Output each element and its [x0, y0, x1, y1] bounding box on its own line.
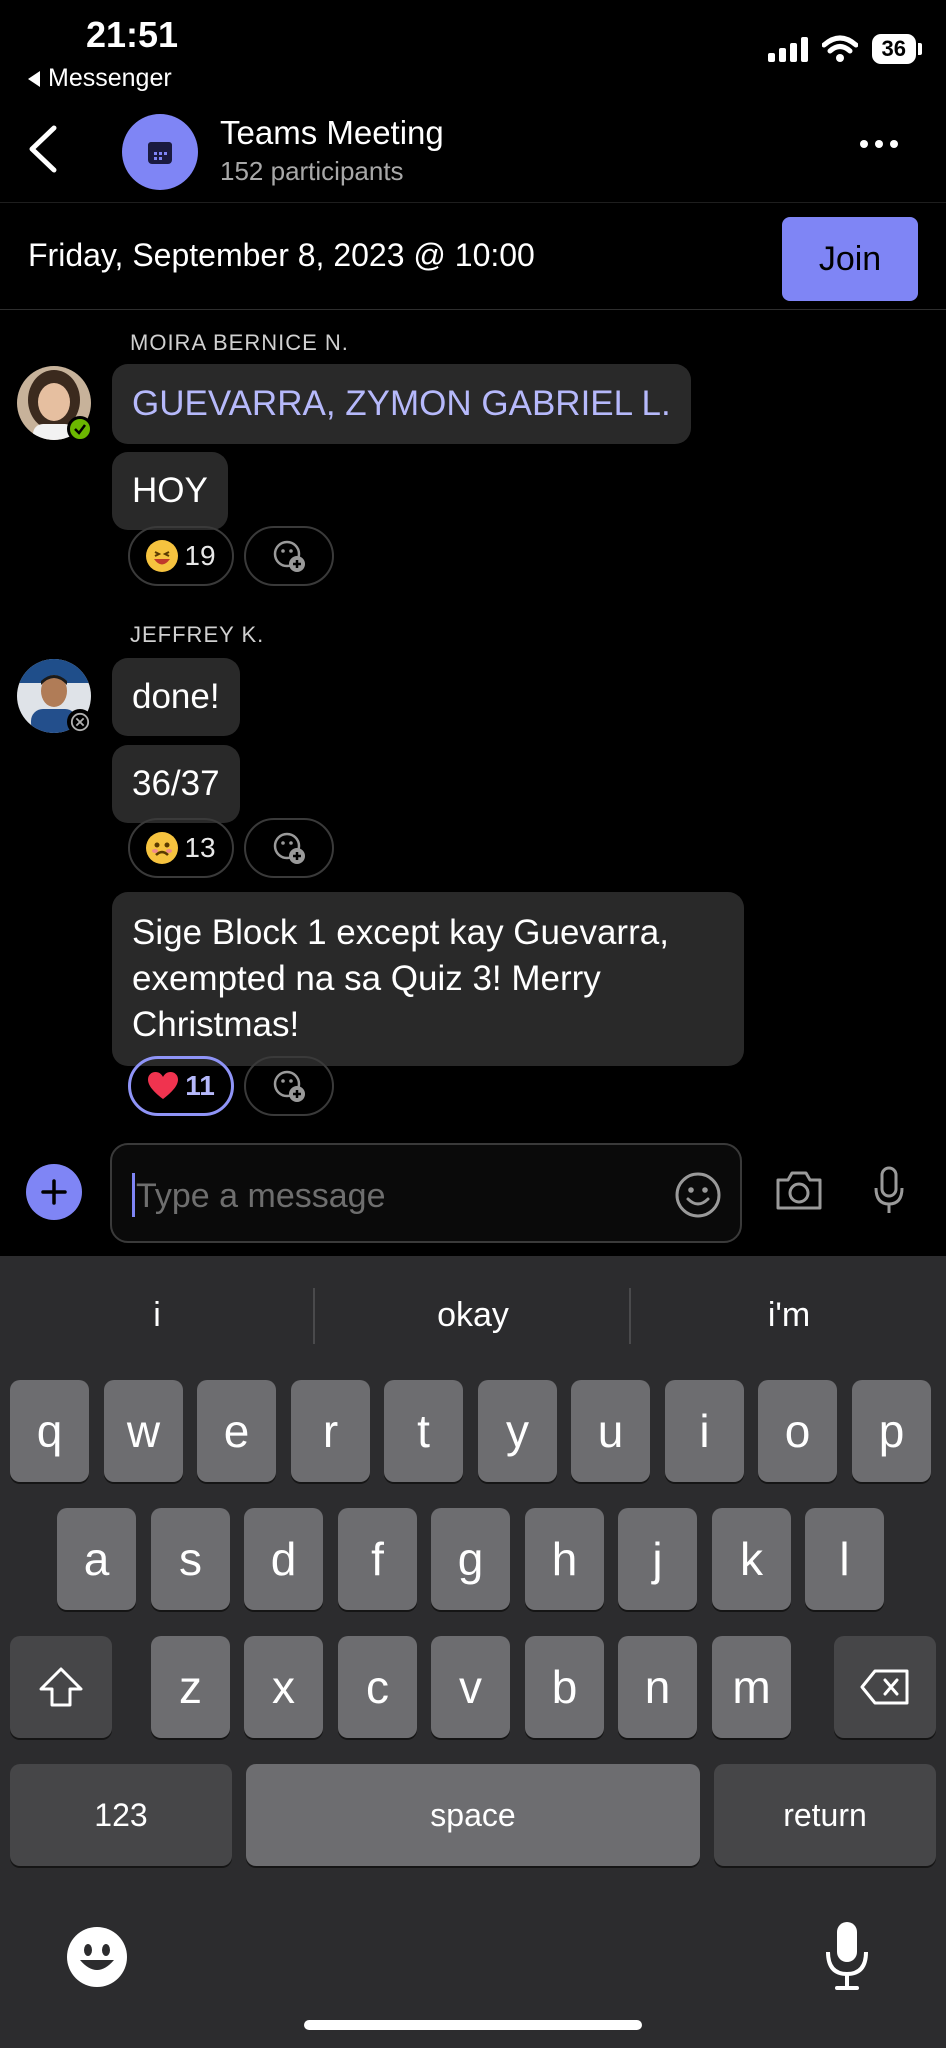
key-m[interactable]: m: [712, 1636, 791, 1738]
reaction-heart[interactable]: 11: [128, 1056, 234, 1116]
key-e[interactable]: e: [197, 1380, 276, 1482]
battery-indicator: 36: [871, 34, 923, 64]
message-input[interactable]: Type a message: [110, 1143, 742, 1243]
keyboard: i okay i'm q w e r t y u i o p a s d f g…: [0, 1256, 946, 2048]
key-o[interactable]: o: [758, 1380, 837, 1482]
key-a[interactable]: a: [57, 1508, 136, 1610]
reaction-count: 13: [184, 832, 216, 863]
message-bubble[interactable]: Sige Block 1 except kay Guevarra, exempt…: [112, 892, 744, 1066]
add-emoji-icon: [273, 1070, 305, 1102]
cellular-signal-icon: [767, 36, 808, 62]
plus-icon: [41, 1179, 67, 1205]
delete-key[interactable]: [834, 1636, 936, 1738]
key-x[interactable]: x: [244, 1636, 323, 1738]
key-i[interactable]: i: [665, 1380, 744, 1482]
key-p[interactable]: p: [852, 1380, 931, 1482]
key-q[interactable]: q: [10, 1380, 89, 1482]
key-t[interactable]: t: [384, 1380, 463, 1482]
key-y[interactable]: y: [478, 1380, 557, 1482]
add-attachment-button[interactable]: [26, 1164, 82, 1220]
message-bubble[interactable]: done!: [112, 658, 240, 736]
check-circle-icon: [67, 416, 93, 442]
wifi-icon: [821, 35, 858, 62]
return-key[interactable]: return: [714, 1764, 936, 1866]
key-j[interactable]: j: [618, 1508, 697, 1610]
add-reaction-button[interactable]: [244, 818, 334, 878]
add-emoji-icon: [273, 540, 305, 572]
message-bubble[interactable]: HOY: [112, 452, 228, 530]
key-l[interactable]: l: [805, 1508, 884, 1610]
key-v[interactable]: v: [431, 1636, 510, 1738]
avatar[interactable]: [17, 366, 93, 442]
back-to-app-link[interactable]: Messenger: [28, 64, 172, 93]
suggestion-divider: [313, 1288, 315, 1344]
suggestion-2[interactable]: okay: [316, 1296, 630, 1335]
microphone-icon[interactable]: [872, 1166, 906, 1216]
participant-count[interactable]: 152 participants: [220, 156, 404, 187]
key-s[interactable]: s: [151, 1508, 230, 1610]
reaction-count: 11: [185, 1070, 215, 1101]
status-icons: 36: [767, 34, 923, 64]
back-app-label: Messenger: [48, 64, 172, 92]
reaction-laugh[interactable]: 19: [128, 526, 234, 586]
message-bubble-mention[interactable]: GUEVARRA, ZYMON GABRIEL L.: [112, 364, 691, 444]
meeting-avatar[interactable]: [122, 114, 198, 190]
key-d[interactable]: d: [244, 1508, 323, 1610]
meeting-date: Friday, September 8, 2023 @ 10:00: [28, 237, 535, 273]
home-indicator[interactable]: [304, 2020, 642, 2030]
text-caret: [132, 1173, 135, 1217]
back-chevron-icon[interactable]: [24, 124, 64, 174]
key-b[interactable]: b: [525, 1636, 604, 1738]
key-u[interactable]: u: [571, 1380, 650, 1482]
status-time: 21:51: [86, 14, 179, 55]
shift-key[interactable]: [10, 1636, 112, 1738]
numbers-key[interactable]: 123: [10, 1764, 232, 1866]
key-w[interactable]: w: [104, 1380, 183, 1482]
suggestion-3[interactable]: i'm: [632, 1296, 946, 1335]
sender-name: MOIRA BERNICE N.: [130, 330, 349, 355]
message-bubble[interactable]: 36/37: [112, 745, 240, 823]
chat-title[interactable]: Teams Meeting: [220, 114, 444, 152]
camera-icon[interactable]: [774, 1168, 824, 1212]
back-triangle-icon: [28, 70, 40, 87]
key-r[interactable]: r: [291, 1380, 370, 1482]
key-h[interactable]: h: [525, 1508, 604, 1610]
heart-icon: [148, 1072, 179, 1099]
key-k[interactable]: k: [712, 1508, 791, 1610]
emoji-picker-icon[interactable]: [674, 1171, 722, 1219]
add-reaction-button[interactable]: [244, 1056, 334, 1116]
dictation-mic-icon[interactable]: [824, 1920, 870, 1992]
suggestion-1[interactable]: i: [0, 1296, 314, 1335]
join-button[interactable]: Join: [782, 217, 918, 301]
message-placeholder: Type a message: [136, 1177, 386, 1215]
calendar-icon: [148, 142, 172, 164]
reaction-count: 19: [184, 540, 216, 571]
add-emoji-icon: [273, 832, 305, 864]
sender-name: JEFFREY K.: [130, 622, 265, 647]
emoji-keyboard-icon[interactable]: [66, 1926, 128, 1988]
key-n[interactable]: n: [618, 1636, 697, 1738]
teams-chat-screen: { "status_bar": { "time": "21:51", "back…: [0, 0, 946, 2048]
laughing-emoji-icon: [146, 540, 179, 572]
suggestion-divider: [629, 1288, 631, 1344]
space-key[interactable]: space: [246, 1764, 700, 1866]
sad-emoji-icon: [146, 832, 179, 864]
key-g[interactable]: g: [431, 1508, 510, 1610]
meeting-banner: Friday, September 8, 2023 @ 10:00 Join: [0, 202, 946, 310]
key-f[interactable]: f: [338, 1508, 417, 1610]
shift-arrow-icon: [39, 1667, 83, 1707]
backspace-icon: [860, 1669, 909, 1705]
reaction-sad[interactable]: 13: [128, 818, 234, 878]
add-reaction-button[interactable]: [244, 526, 334, 586]
avatar[interactable]: [17, 659, 93, 735]
key-c[interactable]: c: [338, 1636, 417, 1738]
more-options-icon[interactable]: [860, 140, 898, 148]
x-circle-icon: [67, 709, 93, 735]
key-z[interactable]: z: [151, 1636, 230, 1738]
